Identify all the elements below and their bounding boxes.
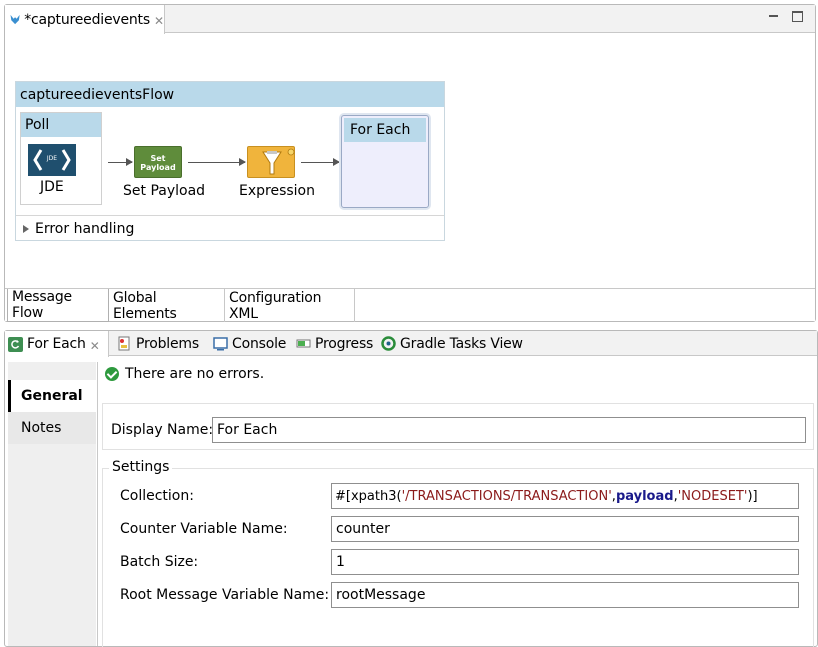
tab-label: Problems xyxy=(136,335,199,352)
tab-for-each[interactable]: For Each ✕ xyxy=(5,331,109,357)
editor-tab-label: *captureedievents xyxy=(24,11,150,28)
collection-token: '/TRANSACTIONS/TRANSACTION' xyxy=(401,488,612,504)
jde-icon-text: JDE xyxy=(46,155,58,162)
maximize-icon[interactable] xyxy=(792,11,803,22)
poll-source[interactable]: Poll JDE JDE xyxy=(20,112,102,205)
tab-configuration-xml[interactable]: Configuration XML xyxy=(225,289,355,322)
for-each-label: For Each xyxy=(344,118,426,142)
for-each-scope[interactable]: For Each xyxy=(341,115,429,208)
display-name-label: Display Name: xyxy=(111,422,214,438)
progress-icon xyxy=(296,336,311,351)
collection-field[interactable]: #[xpath3('/TRANSACTIONS/TRANSACTION', pay… xyxy=(331,483,799,509)
flow-title: captureedieventsFlow xyxy=(16,82,444,107)
collection-token: )] xyxy=(747,488,758,504)
tab-label: Message Flow xyxy=(12,289,72,321)
properties-tab-bar: For Each ✕ Problems Console Progress Gra… xyxy=(5,331,817,357)
root-message-variable-field[interactable]: rootMessage xyxy=(331,582,799,608)
poll-label: Poll xyxy=(21,113,101,137)
counter-variable-field[interactable]: counter xyxy=(331,516,799,542)
set-payload-icon-text: Set xyxy=(150,154,166,163)
collection-token: #[xpath3( xyxy=(335,488,402,504)
root-message-variable-value: rootMessage xyxy=(336,587,426,603)
status-message: There are no errors. xyxy=(105,366,264,382)
tab-problems[interactable]: Problems xyxy=(117,331,199,356)
error-handling-label: Error handling xyxy=(35,220,135,237)
gradle-icon xyxy=(381,336,396,351)
tab-progress[interactable]: Progress xyxy=(296,331,373,356)
flow-container[interactable]: captureedieventsFlow Poll JDE JDE Set Pa… xyxy=(15,81,445,241)
nav-item-label: General xyxy=(21,388,83,404)
tab-label: Progress xyxy=(315,335,374,352)
editor-bottom-tab-bar: Message Flow Global Elements Configurati… xyxy=(5,288,815,322)
minimize-icon[interactable] xyxy=(768,11,779,22)
error-handling-toggle[interactable]: Error handling xyxy=(16,215,444,241)
side-navigation: General Notes xyxy=(8,362,96,646)
editor-tab-captureedievents[interactable]: *captureedievents ✕ xyxy=(5,5,165,34)
batch-size-label: Batch Size: xyxy=(120,554,199,570)
collection-label: Collection: xyxy=(120,488,194,504)
flow-editor: *captureedievents ✕ captureedieventsFlow… xyxy=(4,4,816,322)
jde-icon[interactable]: JDE xyxy=(28,144,76,176)
nav-item-general[interactable]: General xyxy=(8,380,96,412)
display-name-value: For Each xyxy=(217,422,278,438)
connector-arrow xyxy=(108,158,133,166)
close-icon[interactable]: ✕ xyxy=(154,14,164,28)
batch-size-value: 1 xyxy=(336,554,345,570)
divider xyxy=(97,362,98,646)
console-icon xyxy=(213,336,228,351)
tab-label: Configuration XML xyxy=(229,289,322,322)
for-each-icon xyxy=(8,336,23,352)
status-text: There are no errors. xyxy=(125,366,265,382)
nav-item-notes[interactable]: Notes xyxy=(8,412,96,444)
tab-label: Console xyxy=(232,335,287,352)
tab-message-flow[interactable]: Message Flow xyxy=(7,289,109,322)
counter-variable-label: Counter Variable Name: xyxy=(120,521,288,537)
set-payload-label: Set Payload xyxy=(123,183,206,199)
nav-item-label: Notes xyxy=(21,420,62,436)
settings-legend: Settings xyxy=(109,459,173,475)
tab-global-elements[interactable]: Global Elements xyxy=(109,289,225,322)
properties-panel: For Each ✕ Problems Console Progress Gra… xyxy=(4,330,818,647)
batch-size-field[interactable]: 1 xyxy=(331,549,799,575)
set-payload-icon-text: Payload xyxy=(140,163,176,172)
mule-icon xyxy=(10,14,20,25)
check-icon xyxy=(105,367,119,381)
tab-label: For Each xyxy=(27,336,86,352)
expand-triangle-icon[interactable] xyxy=(23,224,29,233)
tab-label: Global Elements xyxy=(113,289,177,322)
tab-gradle-tasks-view[interactable]: Gradle Tasks View xyxy=(381,331,523,356)
tab-label: Gradle Tasks View xyxy=(400,335,523,352)
expression-icon[interactable] xyxy=(247,146,295,178)
editor-tab-bar: *captureedievents ✕ xyxy=(5,5,815,34)
set-payload-icon[interactable]: Set Payload xyxy=(134,146,182,178)
close-icon[interactable]: ✕ xyxy=(90,339,100,353)
connector-arrow xyxy=(188,158,246,166)
display-name-field[interactable]: For Each xyxy=(212,417,806,443)
tab-console[interactable]: Console xyxy=(213,331,286,356)
collection-token: 'NODESET' xyxy=(677,488,748,504)
jde-label: JDE xyxy=(40,179,64,195)
problems-icon xyxy=(117,336,132,351)
connector-arrow xyxy=(301,158,340,166)
root-message-variable-label: Root Message Variable Name: xyxy=(120,587,330,603)
collection-token: payload xyxy=(615,488,674,504)
expression-label: Expression xyxy=(239,183,315,199)
counter-variable-value: counter xyxy=(336,521,390,537)
display-name-group: Display Name: For Each xyxy=(102,403,814,450)
